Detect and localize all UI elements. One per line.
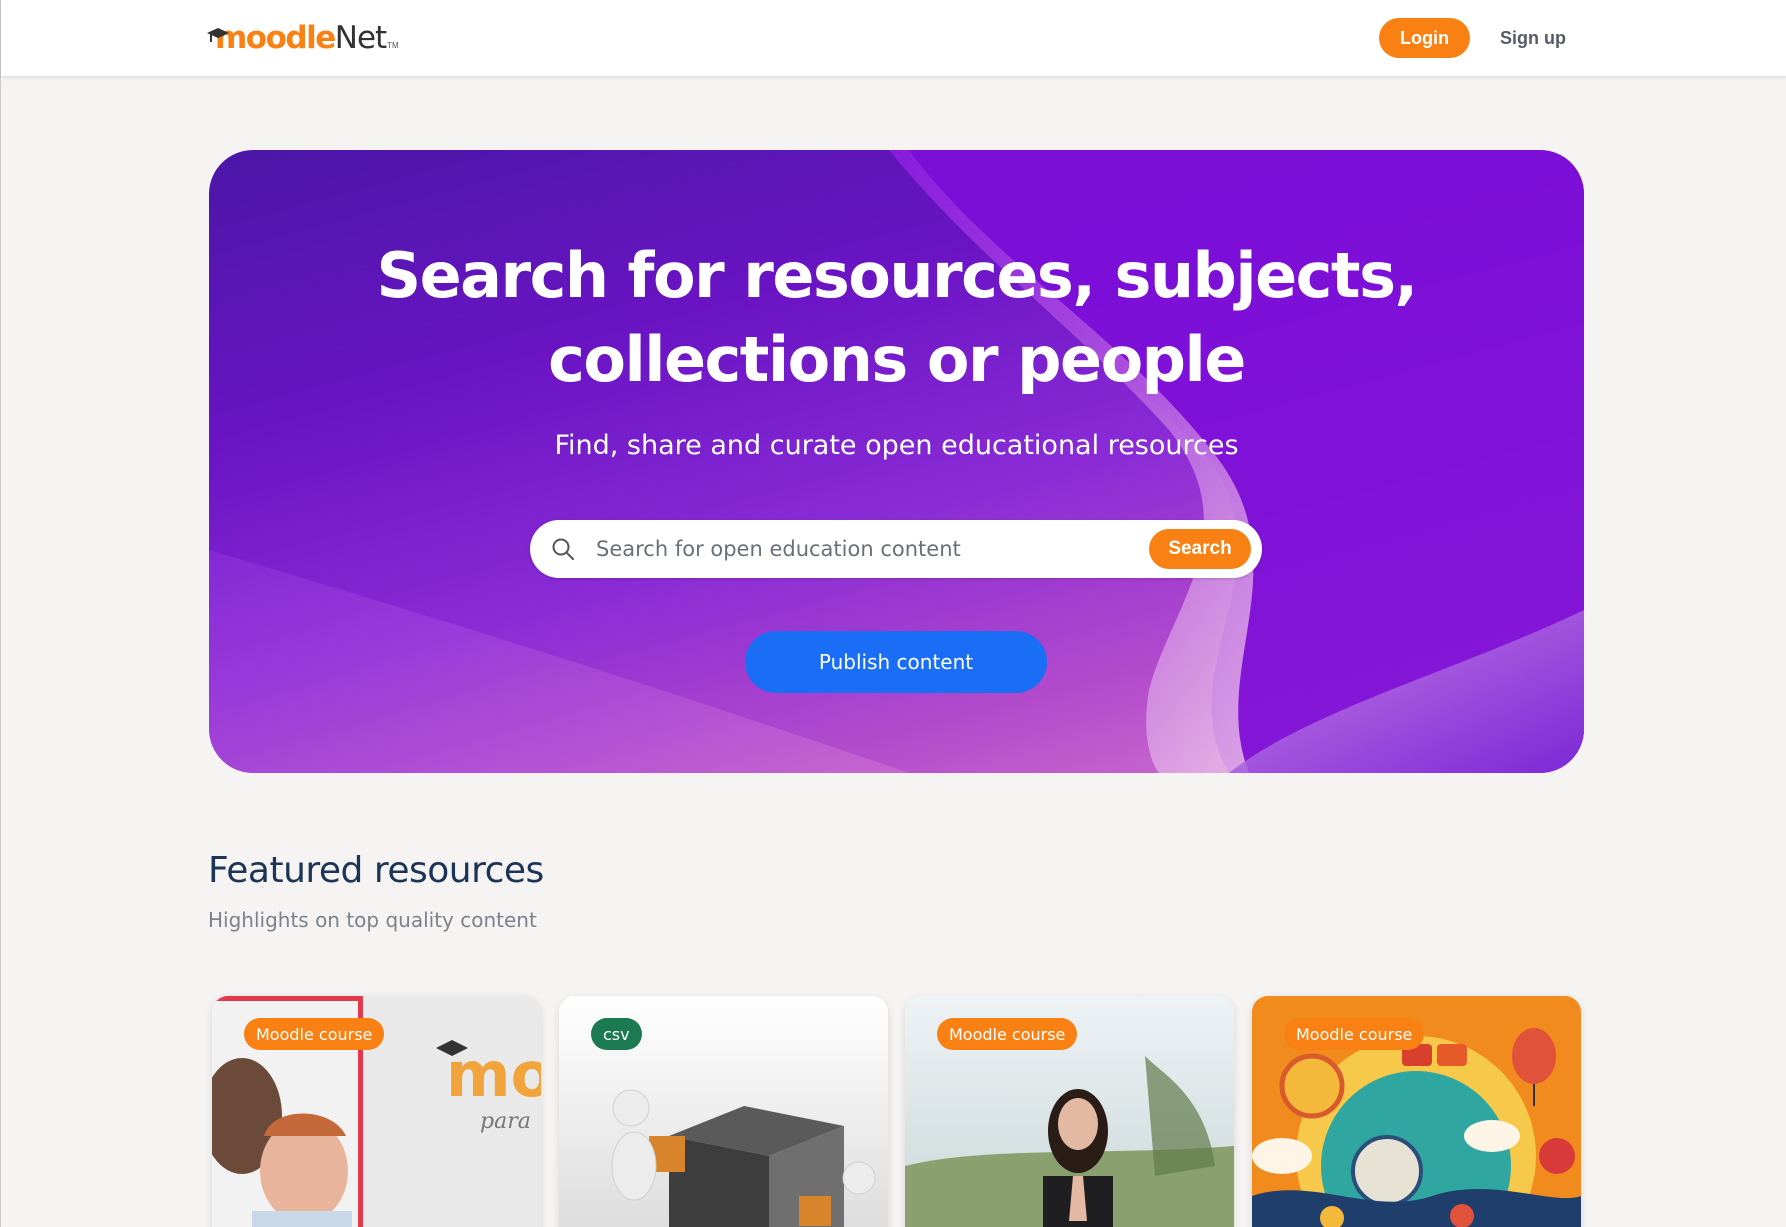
- svg-text:para: para: [480, 1109, 531, 1134]
- hero-banner: Search for resources, subjects, collecti…: [209, 150, 1584, 773]
- featured-resources-subtitle: Highlights on top quality content: [208, 908, 537, 932]
- hero-title-line-1: Search for resources, subjects,: [376, 239, 1418, 312]
- hero-title: Search for resources, subjects, collecti…: [209, 234, 1584, 402]
- resource-card[interactable]: Moodle course: [1252, 996, 1581, 1227]
- resource-type-badge: Moodle course: [1284, 1018, 1425, 1050]
- resource-type-badge: Moodle course: [937, 1018, 1078, 1050]
- resource-type-badge: csv: [591, 1018, 642, 1050]
- resource-card[interactable]: mo para Moodle course: [212, 996, 541, 1227]
- featured-resources-heading: Featured resources: [208, 850, 544, 891]
- publish-content-button[interactable]: Publish content: [745, 631, 1047, 693]
- search-input[interactable]: [596, 530, 1136, 568]
- search-button[interactable]: Search: [1149, 529, 1251, 569]
- logo-trademark: TM: [387, 41, 399, 50]
- hero-title-line-2: collections or people: [548, 323, 1246, 396]
- search-bar: Search: [530, 520, 1262, 578]
- hero-subtitle: Find, share and curate open educational …: [554, 430, 1239, 461]
- resource-card[interactable]: csv: [559, 996, 888, 1227]
- moodlenet-logo[interactable]: moodle Net TM: [207, 20, 399, 60]
- graduation-cap-icon: [207, 28, 229, 42]
- top-nav-bar: moodle Net TM Login Sign up: [1, 0, 1786, 76]
- logo-net-text: Net: [334, 20, 387, 56]
- login-button[interactable]: Login: [1379, 18, 1470, 58]
- signup-link[interactable]: Sign up: [1493, 18, 1573, 58]
- resource-type-badge: Moodle course: [244, 1018, 385, 1050]
- search-icon: [552, 538, 574, 560]
- resource-card[interactable]: Moodle course: [905, 996, 1234, 1227]
